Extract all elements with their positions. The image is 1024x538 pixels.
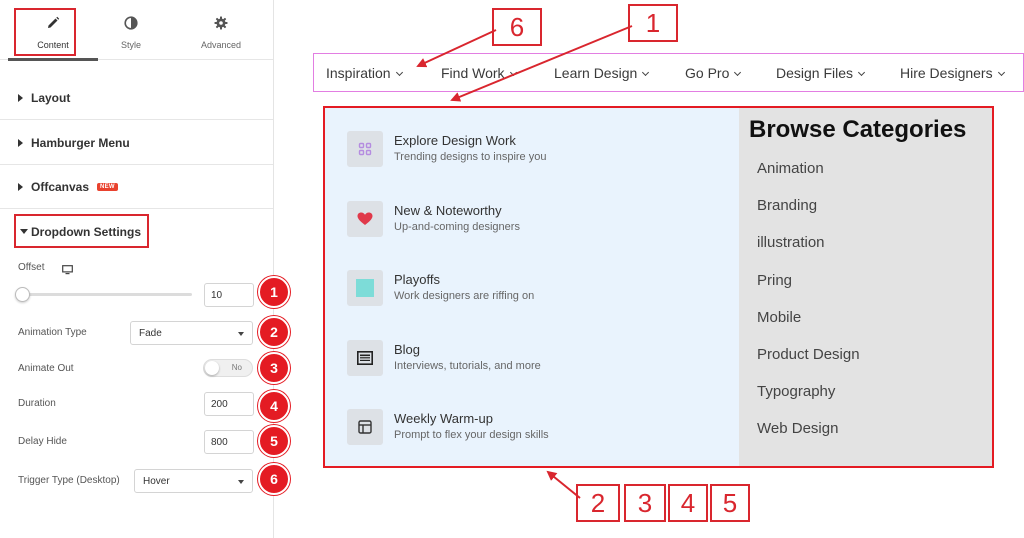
screenshot-root: Content Style Advanced Layout Hamburger … — [0, 0, 1024, 538]
annotation-arrows — [416, 25, 633, 499]
arrow-6 — [416, 29, 497, 68]
arrow-2345 — [546, 470, 581, 499]
